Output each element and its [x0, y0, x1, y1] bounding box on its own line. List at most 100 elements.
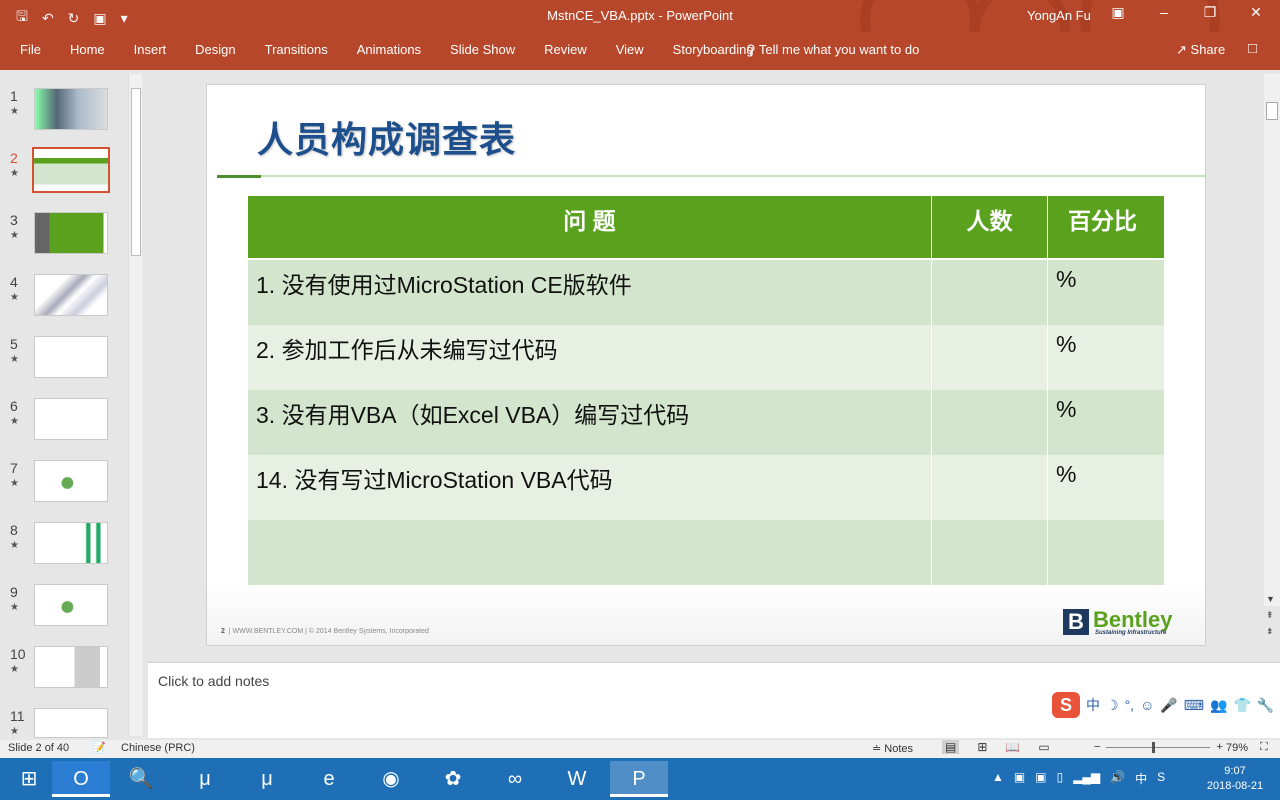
thumbnail-image[interactable]	[34, 88, 108, 130]
header-percent[interactable]: 百分比	[1048, 196, 1164, 260]
thumbnail-slide-1[interactable]: 1 ★	[0, 88, 128, 150]
tab-review[interactable]: Review	[544, 42, 587, 57]
next-slide-icon[interactable]: ⇟	[1266, 626, 1274, 637]
survey-table[interactable]: 问 题 人数 百分比 1. 没有使用过MicroStation CE版软件 % …	[248, 196, 1164, 585]
ime-indicator-icon[interactable]: 中	[1135, 770, 1147, 787]
cell-percent[interactable]: %	[1048, 260, 1164, 325]
ime-moon-icon[interactable]: ☽	[1106, 697, 1119, 714]
slide-canvas[interactable]: 人员构成调查表 问 题 人数 百分比 1. 没有使用过MicroStation …	[206, 84, 1206, 646]
search-app-icon[interactable]: 🔍	[112, 761, 170, 797]
tab-animations[interactable]: Animations	[357, 42, 421, 57]
cell-percent[interactable]	[1048, 520, 1164, 585]
ime-shirt-icon[interactable]: 👕	[1233, 697, 1250, 714]
volume-icon[interactable]: 🔊	[1110, 770, 1125, 787]
cell-count[interactable]	[932, 455, 1048, 520]
comments-icon[interactable]: □	[1248, 40, 1257, 57]
visual-studio-icon[interactable]: ∞	[486, 761, 544, 797]
user-name[interactable]: YongAn Fu	[1027, 8, 1091, 23]
thumbnail-slide-6[interactable]: 6 ★	[0, 398, 128, 460]
thumbnail-image[interactable]	[34, 398, 108, 440]
cell-question[interactable]: 3. 没有用VBA（如Excel VBA）编写过代码	[248, 390, 932, 455]
sogou-tray-icon[interactable]: S	[1157, 770, 1165, 787]
tell-me-search[interactable]: ⚲ Tell me what you want to do	[746, 42, 919, 58]
slide-sorter-icon[interactable]: ⊞	[977, 740, 987, 754]
slideshow-view-icon[interactable]: ▭	[1038, 740, 1049, 754]
tab-transitions[interactable]: Transitions	[265, 42, 328, 57]
tab-file[interactable]: File	[20, 42, 41, 57]
thumbnail-scroll-thumb[interactable]	[131, 88, 141, 256]
ime-tools-icon[interactable]: 🔧	[1257, 697, 1274, 714]
minimize-icon[interactable]: –	[1144, 4, 1184, 20]
thumbnail-image[interactable]	[34, 522, 108, 564]
ime-punctuation-icon[interactable]: °,	[1125, 697, 1135, 713]
zoom-percentage[interactable]: 79%	[1226, 742, 1248, 754]
cell-question[interactable]: 1. 没有使用过MicroStation CE版软件	[248, 260, 932, 325]
spelling-icon[interactable]: 📝	[92, 741, 106, 754]
tray-device-icon[interactable]: ▯	[1057, 770, 1064, 787]
app-icon[interactable]: ✿	[424, 761, 482, 797]
thumbnail-scrollbar[interactable]	[128, 74, 142, 736]
cell-question[interactable]: 14. 没有写过MicroStation VBA代码	[248, 455, 932, 520]
ime-emoji-icon[interactable]: ☺	[1140, 697, 1154, 713]
taskbar-clock[interactable]: 9:07 2018-08-21	[1200, 764, 1270, 794]
microstation-icon[interactable]: μ	[176, 761, 234, 797]
normal-view-icon[interactable]: ▤	[942, 740, 960, 754]
tab-home[interactable]: Home	[70, 42, 105, 57]
thumbnail-image[interactable]	[34, 274, 108, 316]
tray-app2-icon[interactable]: ▣	[1035, 770, 1046, 787]
ime-chinese-icon[interactable]: 中	[1086, 695, 1100, 715]
thumbnail-slide-2[interactable]: 2 ★	[0, 147, 128, 212]
cell-count[interactable]	[932, 325, 1048, 390]
share-button[interactable]: ↗ Share	[1176, 42, 1225, 58]
microstation-ce-icon[interactable]: μ	[238, 761, 296, 797]
zoom-in-icon[interactable]: +	[1216, 741, 1222, 753]
thumbnail-image[interactable]	[34, 584, 108, 626]
thumbnail-image[interactable]	[34, 212, 108, 254]
thumbnail-slide-7[interactable]: 7 ★	[0, 460, 128, 522]
thumbnail-slide-3[interactable]: 3 ★	[0, 212, 128, 274]
cell-percent[interactable]: %	[1048, 390, 1164, 455]
scroll-down-icon[interactable]: ▼	[1266, 594, 1275, 604]
tab-insert[interactable]: Insert	[134, 42, 167, 57]
restore-icon[interactable]: ❐	[1190, 4, 1230, 21]
tab-design[interactable]: Design	[195, 42, 235, 57]
thumbnail-image[interactable]	[34, 460, 108, 502]
thumbnail-image[interactable]	[34, 336, 108, 378]
ime-keyboard-icon[interactable]: ⌨	[1184, 697, 1204, 714]
cell-question[interactable]: 2. 参加工作后从未编写过代码	[248, 325, 932, 390]
cell-count[interactable]	[932, 390, 1048, 455]
tab-view[interactable]: View	[616, 42, 644, 57]
thumbnail-slide-10[interactable]: 10 ★	[0, 646, 128, 708]
cell-percent[interactable]: %	[1048, 455, 1164, 520]
ribbon-display-icon[interactable]: ▣	[1098, 4, 1138, 21]
network-icon[interactable]: ▂▄▆	[1073, 770, 1100, 787]
ime-skin-icon[interactable]: 👥	[1210, 697, 1227, 714]
start-button-icon[interactable]: ⊞	[0, 761, 58, 797]
word-icon[interactable]: W	[548, 761, 606, 797]
previous-slide-icon[interactable]: ⇞	[1266, 610, 1274, 621]
cell-count[interactable]	[932, 520, 1048, 585]
cell-percent[interactable]: %	[1048, 325, 1164, 390]
tab-slide-show[interactable]: Slide Show	[450, 42, 515, 57]
notes-toggle-button[interactable]: ≐ Notes	[872, 742, 913, 755]
editor-scroll-thumb[interactable]	[1266, 102, 1278, 120]
sogou-ime-icon[interactable]: S	[1052, 692, 1080, 718]
fit-to-window-icon[interactable]: ⛶	[1260, 741, 1268, 754]
internet-explorer-icon[interactable]: e	[300, 761, 358, 797]
language-indicator[interactable]: Chinese (PRC)	[121, 742, 195, 754]
thumbnail-image[interactable]	[32, 147, 110, 193]
tray-app-icon[interactable]: ▣	[1014, 770, 1025, 787]
thumbnail-image[interactable]	[34, 708, 108, 738]
editor-scrollbar[interactable]	[1264, 74, 1280, 606]
slide-title[interactable]: 人员构成调查表	[257, 111, 516, 163]
thumbnail-slide-8[interactable]: 8 ★	[0, 522, 128, 584]
thumbnail-slide-9[interactable]: 9 ★	[0, 584, 128, 646]
tab-storyboarding[interactable]: Storyboarding	[673, 42, 754, 57]
tray-expand-icon[interactable]: ▲	[992, 770, 1004, 787]
chrome-icon[interactable]: ◉	[362, 761, 420, 797]
thumbnail-slide-5[interactable]: 5 ★	[0, 336, 128, 398]
thumbnail-image[interactable]	[34, 646, 108, 688]
powerpoint-icon[interactable]: P	[610, 761, 668, 797]
cell-question[interactable]	[248, 520, 932, 585]
close-icon[interactable]: ✕	[1236, 4, 1276, 21]
